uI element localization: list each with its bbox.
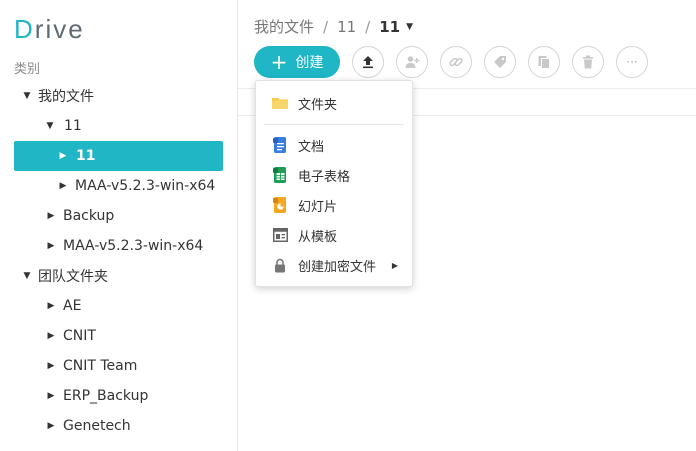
tag-button[interactable] (484, 46, 516, 78)
menu-divider (264, 124, 404, 125)
sidebar-item-team-folders[interactable]: ▼ 团队文件夹 (14, 261, 223, 291)
app-window: Drive 类别 ▼ 我的文件 ▼ 11 ▶ 11 ▶ MAA-v5.2.3-w… (0, 0, 696, 451)
sidebar-item-label: 11 (64, 118, 82, 134)
sidebar-item-label: 我的文件 (38, 89, 94, 105)
breadcrumb-root[interactable]: 我的文件 (254, 16, 314, 37)
lock-icon (272, 257, 288, 273)
sidebar-section-title: 类别 (14, 62, 41, 77)
menu-item-label: 从模板 (298, 229, 338, 245)
create-button[interactable]: + 创建 (254, 46, 340, 78)
spreadsheet-icon (272, 167, 288, 183)
sidebar-item-label: Backup (63, 208, 115, 224)
breadcrumb-current[interactable]: 11 (379, 18, 400, 36)
menu-item-label: 文档 (298, 139, 325, 155)
sidebar-item-label: ERP_Backup (63, 388, 149, 404)
copy-icon (538, 56, 550, 69)
sidebar-item-maa-nested[interactable]: ▶ MAA-v5.2.3-win-x64 (14, 171, 223, 201)
menu-item-label: 文件夹 (298, 97, 338, 113)
caret-right-icon[interactable]: ▶ (44, 241, 58, 251)
slides-icon (272, 197, 288, 213)
sidebar-item-label: AE (63, 298, 82, 314)
caret-down-icon[interactable]: ▼ (20, 271, 34, 281)
chevron-right-icon: ▶ (391, 260, 398, 270)
template-icon (272, 227, 288, 243)
menu-item-spreadsheet[interactable]: 电子表格 (256, 160, 412, 190)
sidebar-item-folder-11[interactable]: ▼ 11 (14, 111, 223, 141)
sidebar: Drive 类别 ▼ 我的文件 ▼ 11 ▶ 11 ▶ MAA-v5.2.3-w… (0, 0, 238, 451)
caret-down-icon[interactable]: ▼ (43, 121, 57, 131)
copy-button[interactable] (528, 46, 560, 78)
trash-icon (583, 55, 593, 69)
caret-right-icon[interactable]: ▶ (44, 331, 58, 341)
sidebar-item-erp-backup[interactable]: ▶ ERP_Backup (14, 381, 223, 411)
sidebar-item-folder-11-selected[interactable]: ▶ 11 (14, 141, 223, 171)
tag-icon (494, 56, 506, 68)
breadcrumb-separator: / (323, 17, 329, 36)
sidebar-item-genetech[interactable]: ▶ Genetech (14, 411, 223, 441)
chevron-down-icon[interactable]: ▼ (406, 22, 413, 32)
logo-rest: rive (34, 14, 85, 44)
sidebar-item-label: CNIT Team (63, 358, 138, 374)
folder-icon (272, 95, 288, 111)
more-button[interactable]: ··· (616, 46, 648, 78)
logo-d: D (14, 14, 35, 44)
plus-icon: + (270, 50, 288, 74)
document-icon (272, 137, 288, 153)
upload-icon (363, 56, 373, 69)
sidebar-item-ae[interactable]: ▶ AE (14, 291, 223, 321)
sidebar-item-label: 11 (76, 148, 96, 164)
sidebar-item-my-files[interactable]: ▼ 我的文件 (14, 81, 223, 111)
breadcrumb: 我的文件 / 11 / 11 ▼ (254, 16, 413, 37)
menu-item-create-encrypted[interactable]: 创建加密文件 ▶ (256, 250, 412, 280)
caret-right-icon[interactable]: ▶ (44, 301, 58, 311)
create-button-label: 创建 (295, 55, 324, 71)
sidebar-item-backup[interactable]: ▶ Backup (14, 201, 223, 231)
sidebar-item-cnit-team[interactable]: ▶ CNIT Team (14, 351, 223, 381)
breadcrumb-separator: / (365, 17, 371, 36)
link-icon (449, 57, 463, 67)
caret-right-icon[interactable]: ▶ (44, 211, 58, 221)
toolbar: + 创建 ··· (254, 46, 660, 78)
menu-item-label: 电子表格 (298, 169, 351, 185)
menu-item-document[interactable]: 文档 (256, 130, 412, 160)
caret-down-icon[interactable]: ▼ (20, 91, 34, 101)
upload-button[interactable] (352, 46, 384, 78)
sidebar-item-label: Genetech (63, 418, 131, 434)
menu-item-slides[interactable]: 幻灯片 (256, 190, 412, 220)
sidebar-item-label: 团队文件夹 (38, 269, 108, 285)
share-user-button[interactable] (396, 46, 428, 78)
menu-item-label: 创建加密文件 (298, 259, 377, 275)
sidebar-item-label: CNIT (63, 328, 96, 344)
menu-item-from-template[interactable]: 从模板 (256, 220, 412, 250)
sidebar-item-label: MAA-v5.2.3-win-x64 (63, 238, 204, 254)
caret-right-icon[interactable]: ▶ (56, 181, 70, 191)
menu-item-label: 幻灯片 (298, 199, 338, 215)
menu-item-folder[interactable]: 文件夹 (256, 88, 412, 118)
caret-right-icon[interactable]: ▶ (56, 151, 70, 161)
caret-right-icon[interactable]: ▶ (44, 361, 58, 371)
caret-right-icon[interactable]: ▶ (44, 421, 58, 431)
app-logo[interactable]: Drive (14, 14, 85, 45)
link-button[interactable] (440, 46, 472, 78)
create-menu: 文件夹 文档 电子表格 幻灯片 从模板 创建加密文件 ▶ (255, 80, 413, 287)
sidebar-item-cnit[interactable]: ▶ CNIT (14, 321, 223, 351)
more-icon: ··· (626, 55, 638, 69)
sidebar-item-label: MAA-v5.2.3-win-x64 (75, 178, 216, 194)
breadcrumb-level-1[interactable]: 11 (337, 18, 356, 36)
caret-right-icon[interactable]: ▶ (44, 391, 58, 401)
delete-button[interactable] (572, 46, 604, 78)
sidebar-item-maa[interactable]: ▶ MAA-v5.2.3-win-x64 (14, 231, 223, 261)
add-user-icon (405, 56, 420, 68)
